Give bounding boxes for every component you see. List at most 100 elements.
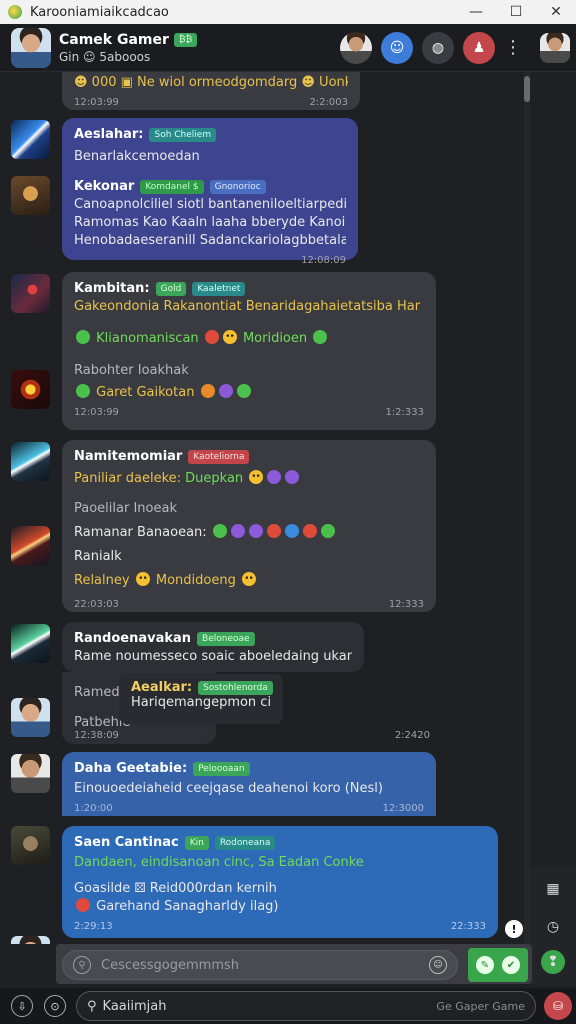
message-text: Ramanar Banaoean: <box>74 524 424 542</box>
message-bubble[interactable]: Kambitan: Gold Kaaletnet Gakeondonia Rakan… <box>62 272 436 430</box>
message-timestamp: 12:03:99 <box>74 97 119 108</box>
message-list[interactable]: ☻ 000 ▣ Ne wiol ormeodgomdarg ☻ Uonka 12… <box>0 72 530 944</box>
participant-avatar[interactable] <box>340 31 372 64</box>
sender-avatar[interactable] <box>11 754 50 793</box>
message-text: Gakeondonia Rakanontiat Benaridagahaieta… <box>74 298 424 316</box>
attach-icon[interactable]: ⚲ <box>73 956 91 974</box>
message-bubble[interactable]: Daha Geetabie: Peloooaan Einouoedeiaheid … <box>62 752 436 816</box>
alert-icon[interactable]: ! <box>505 920 523 938</box>
message-text-span: Garet Gaikotan <box>96 385 195 400</box>
search-text: Kaaiimjah <box>102 998 167 1014</box>
grin-emoji-icon <box>222 330 237 344</box>
sender-name: Saen Cantinac <box>74 835 179 850</box>
target-icon[interactable]: ⊙ <box>44 995 66 1017</box>
message-text: Paniliar daeleke: Duepkan <box>74 470 424 488</box>
runner-emoji-icon <box>236 384 251 398</box>
message-text: Goasilde ⚄ Reid000rdan kernih <box>74 881 277 896</box>
voice-call-button[interactable]: ☺ <box>381 31 413 64</box>
search-input[interactable]: ⚲ Kaaiimjah Ge Gaper Game <box>76 991 536 1021</box>
quote-sender-name: Aealkar: <box>131 680 193 695</box>
message-text: Ramomas Kao Kaaln laaha bberyde Kanoiant <box>74 215 346 230</box>
video-call-button[interactable]: ◍ <box>422 31 454 64</box>
gem-emoji-icon <box>218 384 233 398</box>
sender-avatar[interactable] <box>11 442 50 481</box>
message-text: Rame noumesseco soaic aboeledaing ukan e… <box>74 649 352 664</box>
message-text-span: Klianomaniscan <box>96 331 199 346</box>
smile-icon: ☺ <box>389 39 405 56</box>
message-composer: ⚲ Cescessgogemmmsh ☺ ✎ ✔ <box>56 944 532 984</box>
bottom-bar: ⇩ ⊙ ⚲ Kaaiimjah Ge Gaper Game ⛁ <box>0 988 576 1024</box>
sender-avatar[interactable] <box>11 274 50 313</box>
message-timestamp: 12:03:99 <box>74 407 119 418</box>
emoji-icon <box>284 524 299 538</box>
sender-avatar[interactable] <box>11 120 50 159</box>
message-timestamp: 22:03:03 <box>74 599 119 610</box>
more-options-icon[interactable]: ⋮ <box>504 37 522 58</box>
message-bubble[interactable]: Saen Cantinac Kin Rodoneana Dandaen, eindi… <box>62 826 498 938</box>
self-avatar[interactable] <box>540 32 570 63</box>
scrollbar-thumb[interactable] <box>524 76 530 102</box>
message-time: 12:08:09 <box>301 255 346 266</box>
sender-avatar[interactable] <box>11 526 50 565</box>
grin-emoji-icon <box>135 572 150 586</box>
search-hint: Ge Gaper Game <box>436 999 525 1013</box>
game-invite-button[interactable]: ♟ <box>463 31 495 64</box>
emoji-icon <box>320 524 335 538</box>
message-time: 2:2420 <box>394 730 430 741</box>
sender-name: Kambitan: <box>74 281 150 296</box>
app-logo-icon <box>8 5 22 19</box>
message-text-span: Moridioen <box>242 331 308 346</box>
sender-avatar[interactable] <box>11 370 50 409</box>
close-button[interactable]: ✕ <box>536 4 576 20</box>
message-timestamp: 1:20:00 <box>74 803 113 814</box>
window-titlebar: Karooniamiaikcadcao — ☐ ✕ <box>0 0 576 24</box>
sender-avatar[interactable] <box>11 624 50 663</box>
gem-emoji-icon <box>267 470 282 484</box>
reply-quote[interactable]: Aealkar: Sostohlenorda Hariqemangepmon ci… <box>119 674 283 724</box>
camera-icon: ◍ <box>431 39 445 56</box>
send-icon[interactable]: ✔ <box>502 956 520 974</box>
message-time: 1:2:333 <box>385 407 424 418</box>
message-time: 12:3000 <box>382 803 424 814</box>
game-launch-icon[interactable]: ⛁ <box>544 992 572 1020</box>
role-badge: Soh Cheliem <box>149 128 217 142</box>
grid-icon[interactable]: ▦ <box>538 874 568 904</box>
message-bubble[interactable]: Namitemomiar Kaoteliorna Paniliar daeleke… <box>62 440 436 612</box>
message-scrollbar[interactable] <box>524 72 530 944</box>
emoji-icon <box>212 524 227 538</box>
message-text-span: Ramanar Banaoean: <box>74 525 207 540</box>
download-icon[interactable]: ⇩ <box>11 995 33 1017</box>
message-input[interactable]: ⚲ Cescessgogemmmsh ☺ <box>62 950 458 980</box>
message-text: Rabohter Ioakhak <box>74 363 189 378</box>
contact-avatar[interactable] <box>11 27 51 68</box>
emoji-icon <box>230 524 245 538</box>
message-text-span: Relalney <box>74 573 130 588</box>
role-badge: Kaaletnet <box>192 282 246 296</box>
sender-avatar[interactable] <box>11 936 50 944</box>
check-emoji-icon <box>76 384 90 398</box>
message-bubble[interactable]: Aeslahar: Soh Cheliem Benarlakcemoedan Ke… <box>62 118 358 266</box>
emoji-picker-icon[interactable]: ☺ <box>429 956 447 974</box>
message-text: Benarlakcemoedan <box>74 149 200 164</box>
maximize-button[interactable]: ☐ <box>496 4 536 20</box>
sticker-icon[interactable]: ✎ <box>476 956 494 974</box>
message-time: 12:333 <box>388 599 424 610</box>
minimize-button[interactable]: — <box>456 4 496 20</box>
role-badge: Beloneoae <box>197 632 255 646</box>
sender-avatar[interactable] <box>11 698 50 737</box>
message-bubble[interactable]: ☻ 000 ▣ Ne wiol ormeodgomdarg ☻ Uonka 12… <box>62 72 360 110</box>
check-emoji-icon <box>76 330 90 344</box>
clock-icon[interactable]: ◷ <box>538 912 568 942</box>
sender-avatar[interactable] <box>11 826 50 865</box>
smile-emoji-icon <box>241 572 256 586</box>
emoji-icon <box>248 524 263 538</box>
message-time: 2:2:003 <box>309 97 348 108</box>
message-text: Paoelilar Inoeak <box>74 501 177 516</box>
sender-avatar[interactable] <box>11 176 50 215</box>
notification-icon[interactable]: ❢ <box>541 950 565 974</box>
message-text: Relalney Mondidoeng <box>74 572 424 590</box>
role-badge: Kin <box>184 836 209 850</box>
message-time: 22:333 <box>450 921 486 932</box>
message-bubble[interactable]: Randoenavakan Beloneoae Rame noumesseco s… <box>62 622 364 672</box>
leaf-emoji-icon <box>313 330 328 344</box>
